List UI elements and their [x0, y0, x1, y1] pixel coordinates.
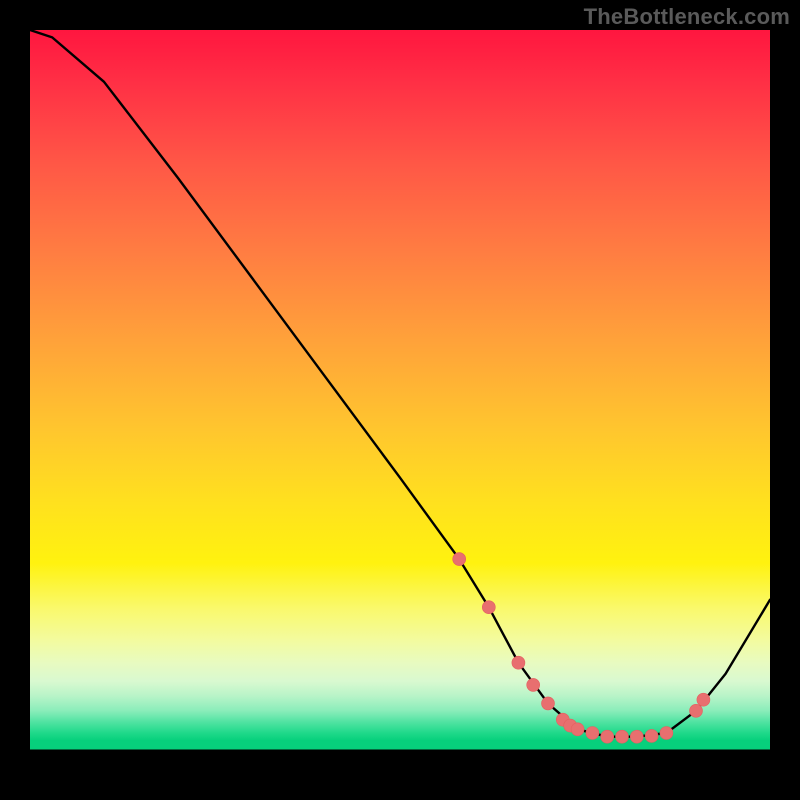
marker-dot [542, 697, 555, 710]
plot-area [30, 30, 770, 770]
marker-dot [660, 727, 673, 740]
marker-dot [616, 730, 629, 743]
marker-dot [527, 678, 540, 691]
marker-dot [586, 727, 599, 740]
attribution-label: TheBottleneck.com [584, 4, 790, 30]
marker-dot [601, 730, 614, 743]
marker-dot [697, 693, 710, 706]
marker-dot [512, 656, 525, 669]
marker-dot [630, 730, 643, 743]
curve-layer [30, 30, 770, 770]
marker-dot [645, 729, 658, 742]
bottleneck-curve [30, 30, 770, 737]
marker-dot [690, 704, 703, 717]
chart-stage: TheBottleneck.com [0, 0, 800, 800]
marker-group [453, 553, 710, 744]
marker-dot [482, 601, 495, 614]
marker-dot [571, 723, 584, 736]
marker-dot [453, 553, 466, 566]
